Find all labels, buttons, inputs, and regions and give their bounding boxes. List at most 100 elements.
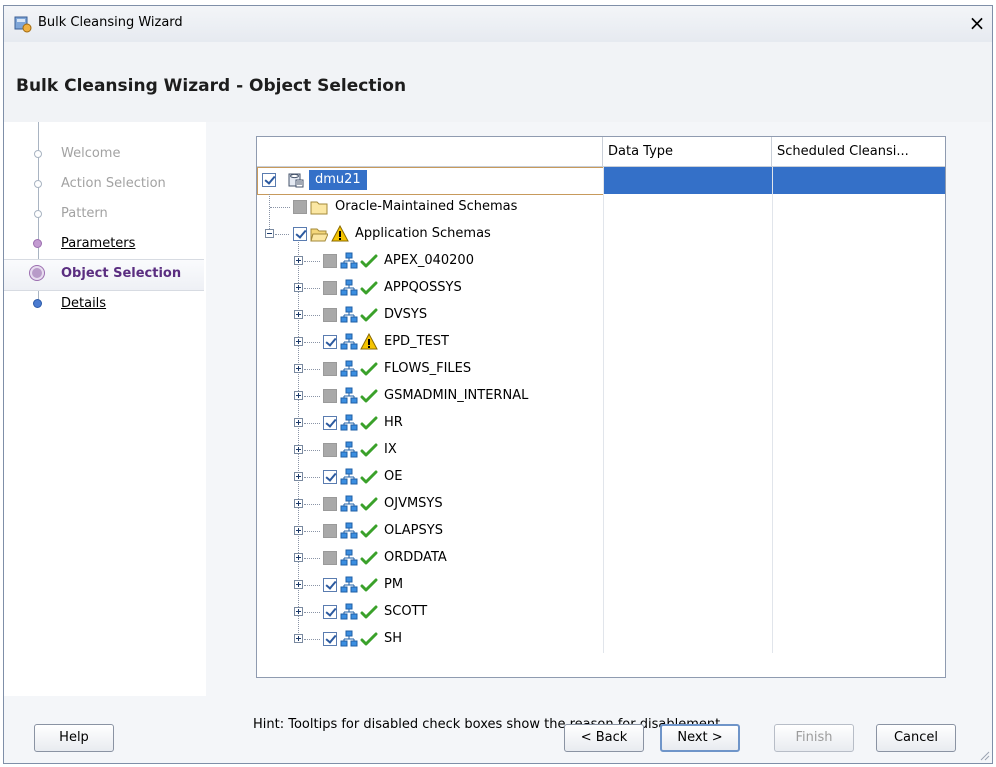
schema-icon — [340, 414, 358, 432]
collapse-icon[interactable] — [265, 229, 274, 238]
checkbox-checked[interactable] — [323, 605, 337, 619]
wizard-window: Bulk Cleansing Wizard × Bulk Cleansing W… — [3, 5, 993, 764]
expand-icon[interactable] — [294, 337, 303, 346]
step-details[interactable]: Details — [4, 290, 204, 318]
tree-row-schema[interactable]: ORDDATA — [257, 545, 945, 572]
tree-row-oracle-maintained-schemas[interactable]: Oracle-Maintained Schemas — [257, 194, 945, 221]
tree-connector — [304, 639, 320, 641]
expand-icon[interactable] — [294, 526, 303, 535]
hint-text: Hint: Tooltips for disabled check boxes … — [253, 717, 725, 732]
schema-icon — [340, 306, 358, 324]
tree-row-application-schemas[interactable]: Application Schemas — [257, 221, 945, 248]
checkbox-disabled — [323, 443, 337, 457]
tree-row-schema[interactable]: EPD_TEST — [257, 329, 945, 356]
tree-row-schema[interactable]: PM — [257, 572, 945, 599]
schema-label: APPQOSSYS — [384, 280, 462, 295]
tree-connector — [275, 234, 289, 236]
scheduled-cleansing-cell — [772, 572, 945, 599]
check-icon — [360, 414, 378, 432]
expand-icon[interactable] — [294, 256, 303, 265]
tree-row-schema[interactable]: APEX_040200 — [257, 248, 945, 275]
finish-button: Finish — [774, 724, 854, 752]
wizard-content: Data Type Scheduled Cleansi... dmu21 Orac… — [206, 122, 992, 732]
close-button[interactable]: × — [966, 11, 988, 35]
schema-icon — [340, 603, 358, 621]
step-label: Object Selection — [61, 266, 182, 281]
column-header-data-type[interactable]: Data Type — [603, 137, 772, 166]
expand-icon[interactable] — [294, 418, 303, 427]
tree-row-schema[interactable]: DVSYS — [257, 302, 945, 329]
expand-icon[interactable] — [294, 499, 303, 508]
check-icon — [360, 603, 378, 621]
checkbox-disabled — [323, 308, 337, 322]
schema-icon — [340, 495, 358, 513]
checkbox-checked[interactable] — [323, 632, 337, 646]
warning-icon — [331, 224, 349, 243]
checkbox-checked[interactable] — [323, 335, 337, 349]
help-button[interactable]: Help — [34, 724, 114, 752]
scheduled-cleansing-cell — [772, 464, 945, 491]
tree-row-schema[interactable]: IX — [257, 437, 945, 464]
tree-row-schema[interactable]: OJVMSYS — [257, 491, 945, 518]
data-type-cell — [603, 410, 772, 437]
step-marker-icon — [30, 266, 44, 280]
root-checkbox[interactable] — [262, 173, 276, 187]
check-icon — [360, 387, 378, 405]
schema-tree-table[interactable]: Data Type Scheduled Cleansi... dmu21 Orac… — [256, 136, 946, 678]
step-parameters[interactable]: Parameters — [4, 230, 204, 258]
title-bar: Bulk Cleansing Wizard × — [4, 6, 992, 42]
cancel-button[interactable]: Cancel — [876, 724, 956, 752]
schema-icon — [340, 468, 358, 486]
expand-icon[interactable] — [294, 391, 303, 400]
expand-icon[interactable] — [294, 283, 303, 292]
expand-icon[interactable] — [294, 634, 303, 643]
expand-icon[interactable] — [294, 364, 303, 373]
checkbox-checked[interactable] — [323, 578, 337, 592]
schema-icon — [340, 252, 358, 270]
resize-grip-icon[interactable] — [978, 749, 990, 761]
column-header-scheduled-cleansing[interactable]: Scheduled Cleansi... — [772, 137, 945, 166]
check-icon — [360, 549, 378, 567]
column-header-name[interactable] — [257, 137, 603, 166]
expand-icon[interactable] — [294, 310, 303, 319]
checkbox-disabled — [323, 281, 337, 295]
step-pattern: Pattern — [4, 200, 204, 228]
next-button[interactable]: Next > — [660, 724, 740, 752]
expand-icon[interactable] — [294, 445, 303, 454]
root-label: dmu21 — [309, 170, 367, 190]
expand-icon[interactable] — [294, 607, 303, 616]
back-button[interactable]: < Back — [564, 724, 644, 752]
tree-row-schema[interactable]: FLOWS_FILES — [257, 356, 945, 383]
data-type-cell — [603, 491, 772, 518]
tree-row-schema[interactable]: OE — [257, 464, 945, 491]
checkbox-checked[interactable] — [293, 227, 307, 241]
data-type-cell — [603, 518, 772, 545]
checkbox-checked[interactable] — [323, 470, 337, 484]
expand-icon[interactable] — [294, 553, 303, 562]
tree-row-root[interactable]: dmu21 — [257, 167, 945, 195]
page-title: Bulk Cleansing Wizard - Object Selection — [16, 76, 407, 96]
scheduled-cleansing-cell — [772, 437, 945, 464]
tree-row-schema[interactable]: APPQOSSYS — [257, 275, 945, 302]
data-type-cell — [603, 572, 772, 599]
checkbox-disabled — [323, 497, 337, 511]
schema-label: IX — [384, 442, 397, 457]
tree-row-schema[interactable]: HR — [257, 410, 945, 437]
check-icon — [360, 468, 378, 486]
schema-label: FLOWS_FILES — [384, 361, 472, 376]
scheduled-cleansing-cell — [772, 248, 945, 275]
tree-connector — [304, 585, 320, 587]
expand-icon[interactable] — [294, 472, 303, 481]
data-type-cell — [603, 356, 772, 383]
tree-row-schema[interactable]: SH — [257, 626, 945, 653]
schema-icon — [340, 522, 358, 540]
tree-row-schema[interactable]: GSMADMIN_INTERNAL — [257, 383, 945, 410]
check-icon — [360, 522, 378, 540]
expand-icon[interactable] — [294, 580, 303, 589]
step-marker-icon — [34, 210, 42, 218]
check-icon — [360, 495, 378, 513]
checkbox-checked[interactable] — [323, 416, 337, 430]
step-label: Pattern — [61, 206, 108, 221]
tree-row-schema[interactable]: OLAPSYS — [257, 518, 945, 545]
tree-row-schema[interactable]: SCOTT — [257, 599, 945, 626]
